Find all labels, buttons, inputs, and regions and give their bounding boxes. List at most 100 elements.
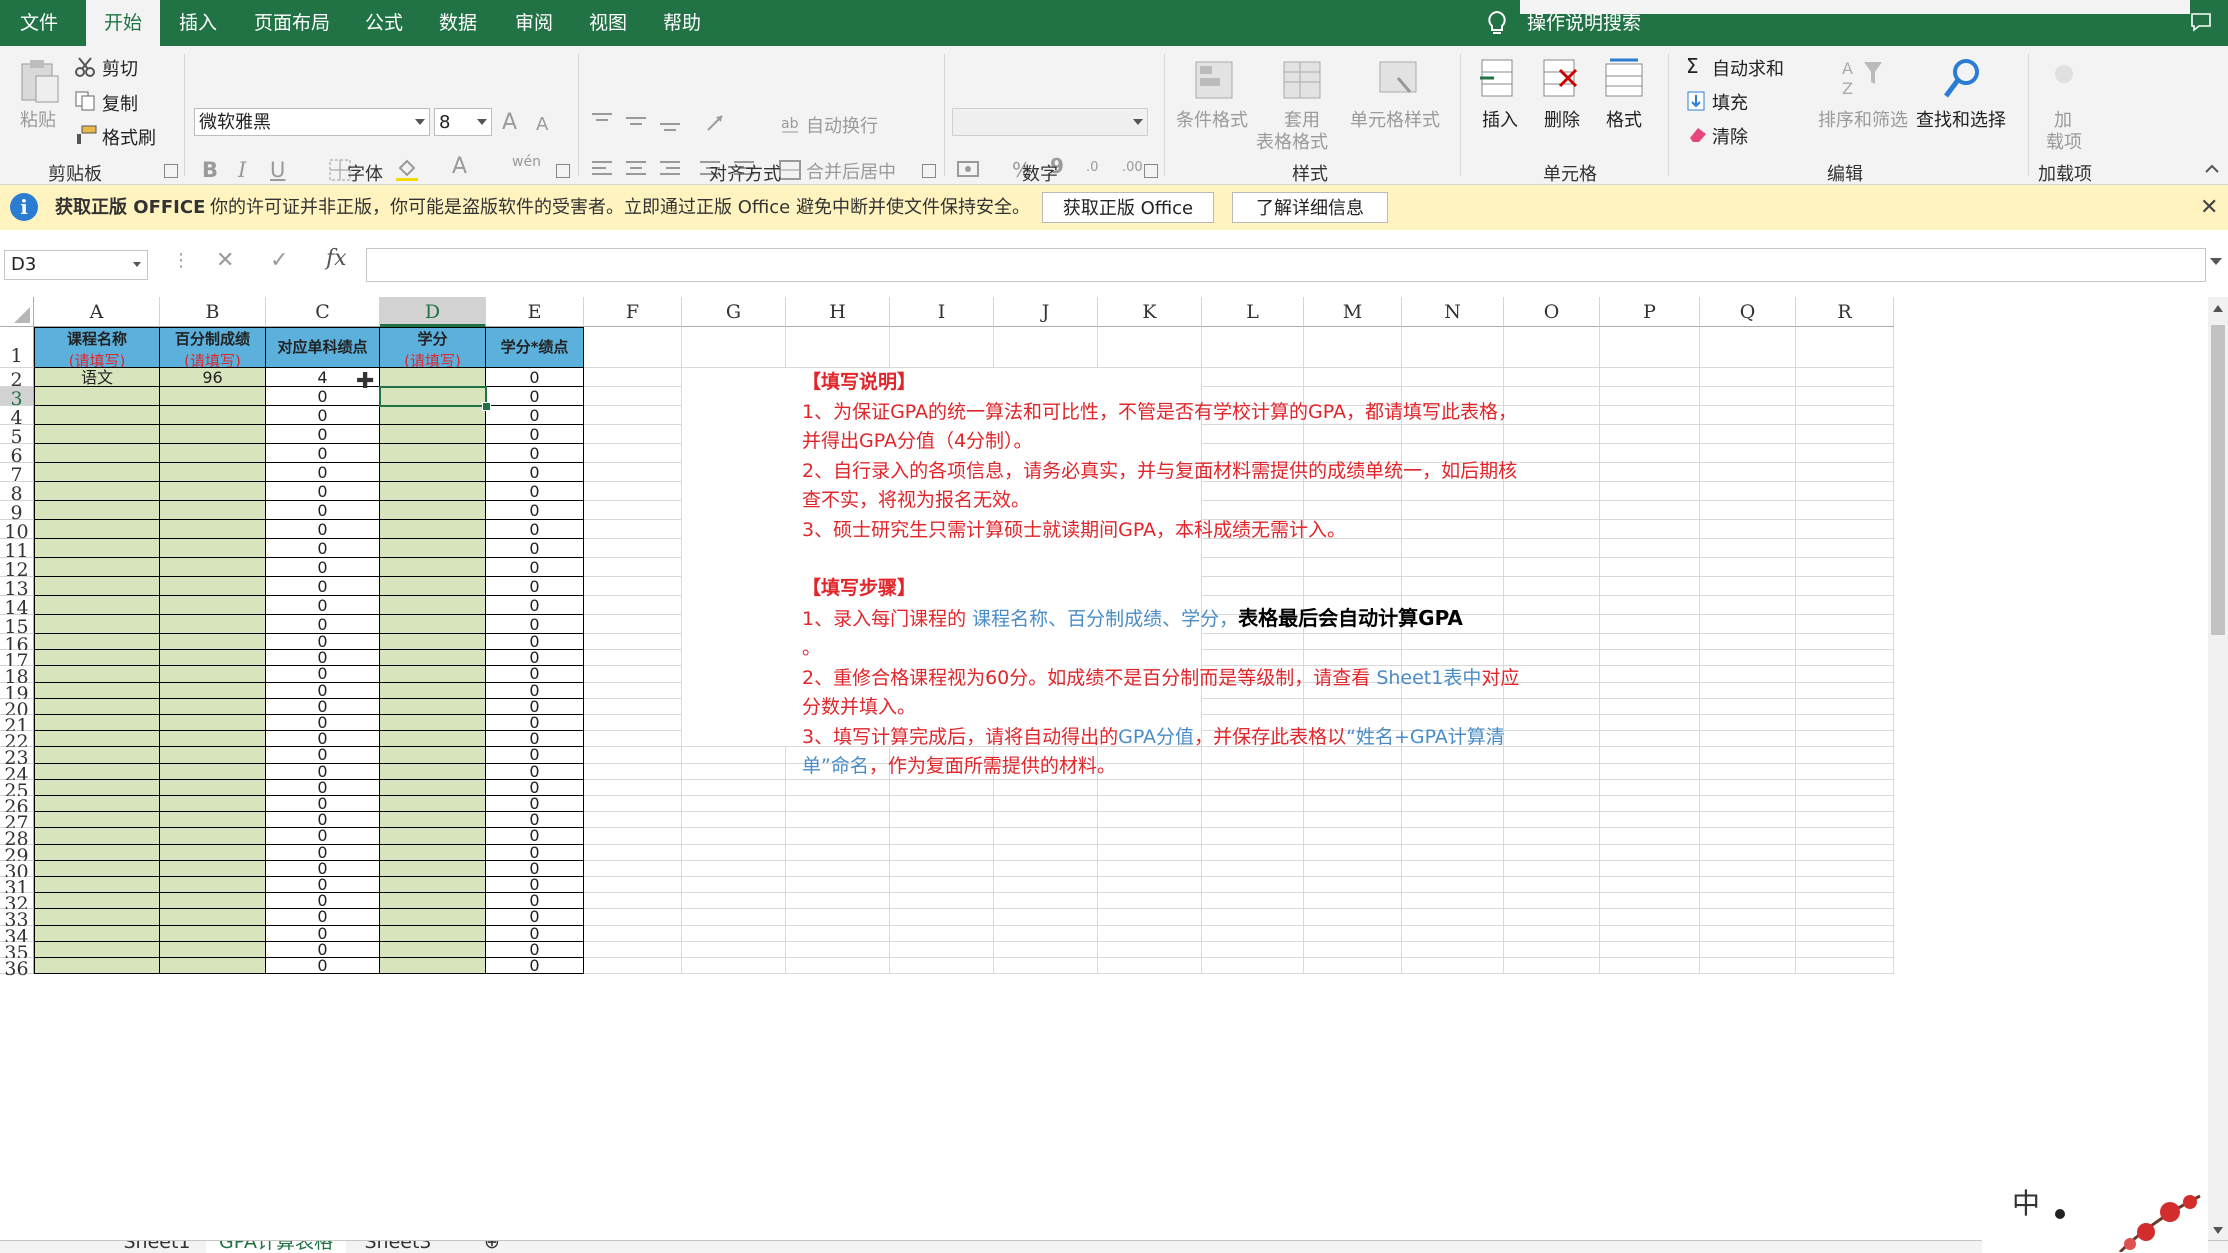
table-cell-c[interactable]: 0 [266, 844, 380, 861]
row-header[interactable]: 17 [0, 650, 34, 672]
table-cell-c[interactable]: 0 [266, 650, 380, 667]
cell[interactable] [890, 812, 994, 829]
tab-review[interactable]: 审阅 [502, 0, 566, 46]
table-cell-c[interactable]: 0 [266, 698, 380, 715]
cell[interactable] [1796, 958, 1894, 975]
cell[interactable] [1600, 812, 1700, 829]
conditional-format-button[interactable]: 条件格式 [1176, 106, 1248, 132]
cell[interactable] [1700, 666, 1796, 683]
table-cell-b[interactable] [160, 666, 266, 683]
cell[interactable] [1202, 877, 1304, 894]
cell[interactable] [682, 796, 786, 813]
cell[interactable] [1098, 893, 1202, 910]
table-cell-c[interactable]: 0 [266, 860, 380, 877]
cell[interactable] [1600, 682, 1700, 699]
row-header[interactable]: 15 [0, 615, 34, 638]
cell[interactable] [682, 763, 786, 780]
cell[interactable] [1700, 941, 1796, 958]
cell[interactable] [1700, 828, 1796, 845]
cell[interactable] [1304, 941, 1402, 958]
table-cell-d[interactable] [380, 501, 486, 520]
cell[interactable] [1504, 812, 1600, 829]
table-cell-e[interactable]: 0 [486, 763, 584, 780]
cell[interactable] [1796, 650, 1894, 667]
row-header[interactable]: 26 [0, 796, 34, 818]
table-cell-e[interactable]: 0 [486, 893, 584, 910]
cell[interactable] [1600, 860, 1700, 877]
cell[interactable] [786, 779, 890, 796]
table-cell-a[interactable] [34, 941, 160, 958]
table-cell-d[interactable] [380, 406, 486, 425]
cell[interactable] [1304, 828, 1402, 845]
cell[interactable] [1304, 844, 1402, 861]
cell[interactable] [1600, 796, 1700, 813]
table-cell-d[interactable] [380, 909, 486, 926]
cell[interactable] [1796, 596, 1894, 615]
cell[interactable] [1700, 482, 1796, 501]
table-cell-a[interactable] [34, 425, 160, 444]
column-header-r[interactable]: R [1796, 297, 1894, 327]
table-cell-b[interactable] [160, 387, 266, 406]
row-header[interactable]: 33 [0, 909, 34, 931]
cell[interactable] [1304, 812, 1402, 829]
row-header[interactable]: 6 [0, 444, 34, 467]
row-header[interactable]: 31 [0, 877, 34, 899]
cell[interactable] [1600, 893, 1700, 910]
column-header-f[interactable]: F [584, 297, 682, 327]
cell[interactable] [682, 747, 786, 764]
table-cell-a[interactable]: 语文 [34, 368, 160, 387]
scroll-down-icon[interactable] [2213, 1227, 2223, 1234]
insert-cells-button[interactable]: 插入 [1482, 106, 1518, 132]
cell[interactable] [1796, 425, 1894, 444]
cell[interactable] [584, 763, 682, 780]
cell[interactable] [1796, 747, 1894, 764]
cell[interactable] [1202, 779, 1304, 796]
cell[interactable] [1504, 877, 1600, 894]
cell[interactable] [1700, 596, 1796, 615]
table-cell-d[interactable] [380, 425, 486, 444]
table-cell-d[interactable] [380, 747, 486, 764]
phonetic-button[interactable]: wén [512, 154, 541, 170]
table-cell-e[interactable]: 0 [486, 596, 584, 615]
cell[interactable] [682, 958, 786, 975]
cell[interactable] [1796, 941, 1894, 958]
cell[interactable] [1700, 682, 1796, 699]
cell[interactable] [1202, 828, 1304, 845]
table-cell-d[interactable] [380, 893, 486, 910]
cell[interactable] [1098, 327, 1202, 368]
font-name-box[interactable]: 微软雅黑 [194, 108, 430, 136]
table-cell-b[interactable] [160, 958, 266, 975]
cell[interactable] [1796, 812, 1894, 829]
cell[interactable] [1504, 844, 1600, 861]
cell[interactable] [1796, 615, 1894, 634]
cell[interactable] [994, 779, 1098, 796]
cell[interactable] [682, 779, 786, 796]
table-cell-b[interactable] [160, 444, 266, 463]
table-cell-c[interactable]: 0 [266, 731, 380, 748]
table-cell-d[interactable] [380, 520, 486, 539]
number-launcher[interactable] [1144, 164, 1158, 178]
expand-formula-icon[interactable] [2210, 258, 2222, 265]
row-header[interactable]: 4 [0, 406, 34, 429]
vertical-align-icons[interactable] [590, 110, 700, 134]
cell[interactable] [786, 925, 890, 942]
table-cell-d[interactable] [380, 682, 486, 699]
cell[interactable] [1700, 650, 1796, 667]
clear-button[interactable]: 清除 [1712, 123, 1748, 149]
cell[interactable] [584, 877, 682, 894]
cell[interactable] [1202, 893, 1304, 910]
cell[interactable] [1700, 860, 1796, 877]
cell[interactable] [1796, 731, 1894, 748]
table-cell-a[interactable] [34, 698, 160, 715]
cell[interactable] [1700, 520, 1796, 539]
cell[interactable] [1796, 925, 1894, 942]
row-header[interactable]: 21 [0, 715, 34, 737]
table-cell-b[interactable] [160, 482, 266, 501]
table-cell-c[interactable]: 0 [266, 577, 380, 596]
cell[interactable] [584, 698, 682, 715]
cell[interactable] [682, 925, 786, 942]
cell[interactable] [1796, 520, 1894, 539]
table-cell-e[interactable]: 0 [486, 368, 584, 387]
cell[interactable] [682, 941, 786, 958]
row-header[interactable]: 3 [0, 387, 34, 410]
